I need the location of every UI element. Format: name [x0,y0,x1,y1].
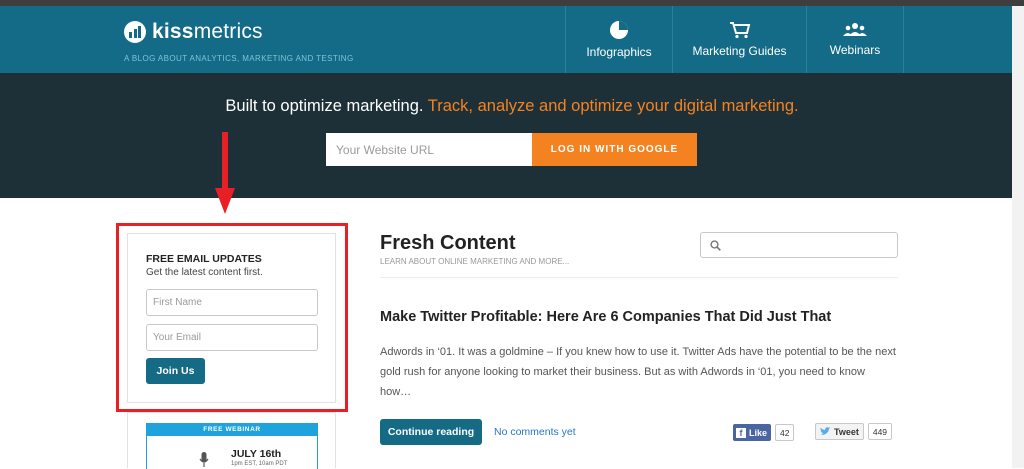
webinar-label: FREE WEBINAR [146,423,318,436]
facebook-icon: f [736,427,746,438]
hero-banner: Built to optimize marketing. Track, anal… [0,73,1024,198]
twitter-bird-icon [820,427,831,435]
search-icon [710,240,721,251]
section-subtitle: LEARN ABOUT ONLINE MARKETING AND MORE... [380,257,570,266]
section-title: Fresh Content [380,232,516,254]
nav-label: Marketing Guides [692,44,787,58]
nav-label: Webinars [829,43,881,57]
facebook-like-button[interactable]: f Like 42 [733,424,795,441]
comments-link[interactable]: No comments yet [494,426,576,438]
pie-chart-icon [610,21,628,39]
microphone-icon [199,452,209,467]
logo-text: kissmetrics [152,20,263,43]
tweet-button[interactable]: Tweet 449 [815,423,893,440]
hero-headline: Built to optimize marketing. Track, anal… [225,97,799,115]
tweet-label: Tweet [815,423,864,440]
post-excerpt: Adwords in ‘01. It was a goldmine – If y… [380,346,896,398]
post-title-link[interactable]: Make Twitter Profitable: Here Are 6 Comp… [380,309,831,325]
shopping-cart-icon [729,22,750,39]
page-scrollbar[interactable] [1012,6,1024,468]
webinar-date: JULY 16th [231,448,282,460]
webinar-details: JULY 16th 1pm EST, 10am PDT [146,436,318,469]
logo-bars-icon [124,21,146,43]
search-input[interactable] [700,232,898,258]
red-highlight-box [116,223,348,412]
nav-label: Infographics [586,45,652,59]
site-header: kissmetrics A BLOG ABOUT ANALYTICS, MARK… [0,6,1024,73]
facebook-like-label: f Like [733,424,772,441]
nav-item-infographics[interactable]: Infographics [565,6,672,73]
hero-highlight: Track, analyze and optimize your digital… [423,97,799,115]
site-tagline: A BLOG ABOUT ANALYTICS, MARKETING AND TE… [124,54,354,63]
section-divider [380,277,898,278]
webinar-time: 1pm EST, 10am PDT [231,461,288,467]
like-count: 42 [775,424,795,441]
continue-reading-button[interactable]: Continue reading [380,419,482,445]
main-nav: Infographics Marketing Guides Webinars [565,6,904,73]
nav-item-marketing-guides[interactable]: Marketing Guides [672,6,806,73]
website-url-input[interactable] [326,133,532,166]
people-icon [843,23,867,36]
nav-item-webinars[interactable]: Webinars [806,6,904,73]
tweet-count: 449 [867,423,893,440]
login-with-google-button[interactable]: LOG IN WITH GOOGLE [532,133,697,166]
kissmetrics-logo[interactable]: kissmetrics [124,20,263,44]
red-arrow-annotation [215,132,235,214]
webinar-promo-card[interactable]: FREE WEBINAR JULY 16th 1pm EST, 10am PDT [127,412,336,469]
